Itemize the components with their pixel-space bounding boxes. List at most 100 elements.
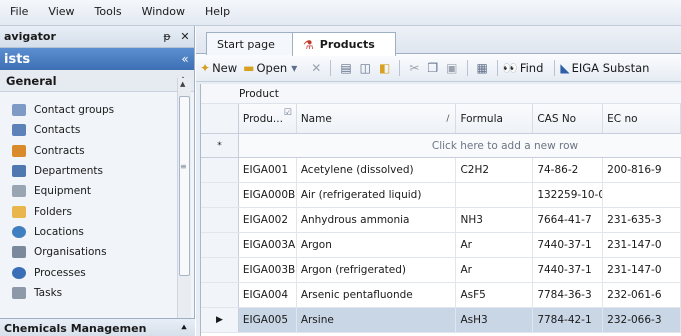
group-header-chemicals[interactable]: Chemicals Managemen ⯅: [0, 318, 195, 336]
cell-name[interactable]: Arsine: [297, 308, 457, 332]
cell-product-code[interactable]: EIGA000B: [239, 183, 297, 207]
cell-name[interactable]: Anhydrous ammonia: [297, 208, 457, 232]
cell-formula[interactable]: AsF5: [456, 283, 534, 307]
cell-formula[interactable]: Ar: [456, 258, 534, 282]
menu-view[interactable]: View: [38, 5, 84, 19]
filter-icon[interactable]: ☑: [284, 108, 292, 118]
cell-name[interactable]: Acetylene (dissolved): [297, 158, 457, 182]
table-row-selected[interactable]: ▶ EIGA005 Arsine AsH3 7784-42-1 232-066-…: [201, 308, 681, 333]
nav-item-folders[interactable]: Folders: [0, 201, 176, 221]
cell-product-code[interactable]: EIGA004: [239, 283, 297, 307]
row-indicator[interactable]: [201, 233, 239, 257]
cell-name[interactable]: Air (refrigerated liquid): [297, 183, 457, 207]
cell-cas-no[interactable]: 7784-42-1: [533, 308, 604, 332]
grid-column-headers: Produ... ☑ Name / Formula CAS No EC no: [201, 104, 681, 134]
cell-product-code[interactable]: EIGA003A: [239, 233, 297, 257]
new-row-text[interactable]: Click here to add a new row: [239, 134, 681, 157]
collapse-icon[interactable]: «: [176, 52, 194, 66]
table-row[interactable]: EIGA003A Argon Ar 7440-37-1 231-147-0: [201, 233, 681, 258]
menu-help[interactable]: Help: [195, 5, 240, 19]
lists-section-header[interactable]: ists «: [0, 48, 194, 70]
chevron-up-icon[interactable]: ⯅: [173, 323, 195, 334]
cell-name[interactable]: Arsenic pentafluonde: [297, 283, 457, 307]
column-header-product-code[interactable]: Produ... ☑: [239, 104, 297, 133]
scroll-up-icon[interactable]: ▲: [180, 80, 185, 88]
nav-item-tasks[interactable]: Tasks: [0, 283, 176, 303]
copy-icon[interactable]: ❐: [427, 61, 438, 75]
scrollbar-thumb[interactable]: [179, 96, 190, 276]
column-header-cas-no[interactable]: CAS No: [533, 104, 604, 133]
cell-cas-no[interactable]: 7440-37-1: [533, 233, 604, 257]
table-row[interactable]: EIGA003B Argon (refrigerated) Ar 7440-37…: [201, 258, 681, 283]
nav-item-locations[interactable]: Locations: [0, 222, 176, 242]
cell-product-code[interactable]: EIGA003B: [239, 258, 297, 282]
cell-name[interactable]: Argon (refrigerated): [297, 258, 457, 282]
paste-icon[interactable]: ▣: [446, 61, 457, 75]
group-header-general[interactable]: General ⯅: [0, 70, 194, 92]
cell-ec-no[interactable]: 231-147-0: [603, 258, 681, 282]
navigator-scrollbar[interactable]: ▲ ≡: [177, 78, 191, 328]
cell-product-code[interactable]: EIGA005: [239, 308, 297, 332]
tab-start-page[interactable]: Start page: [206, 32, 298, 55]
table-row[interactable]: EIGA004 Arsenic pentafluonde AsF5 7784-3…: [201, 283, 681, 308]
cut-icon[interactable]: ✂: [409, 61, 419, 75]
cell-cas-no[interactable]: 132259-10-0: [533, 183, 604, 207]
cell-ec-no[interactable]: 232-061-6: [603, 283, 681, 307]
cell-ec-no[interactable]: 232-066-3: [603, 308, 681, 332]
cell-formula[interactable]: Ar: [456, 233, 534, 257]
table-row[interactable]: EIGA000B Air (refrigerated liquid) 13225…: [201, 183, 681, 208]
nav-item-contracts[interactable]: Contracts: [0, 141, 176, 161]
nav-item-organisations[interactable]: Organisations: [0, 242, 176, 262]
nav-item-contact-groups[interactable]: Contact groups: [0, 100, 176, 120]
tab-products[interactable]: ⚗ Products: [292, 32, 396, 56]
new-row[interactable]: * Click here to add a new row: [201, 134, 681, 158]
cell-ec-no[interactable]: 231-635-3: [603, 208, 681, 232]
nav-item-contacts[interactable]: Contacts: [0, 120, 176, 140]
cell-cas-no[interactable]: 7440-37-1: [533, 258, 604, 282]
column-header-name[interactable]: Name /: [297, 104, 457, 133]
cell-cas-no[interactable]: 74-86-2: [533, 158, 604, 182]
column-header-ec-no[interactable]: EC no: [603, 104, 681, 133]
nav-item-equipment[interactable]: Equipment: [0, 181, 176, 201]
cell-product-code[interactable]: EIGA001: [239, 158, 297, 182]
row-indicator[interactable]: [201, 208, 239, 232]
column-header-formula[interactable]: Formula: [456, 104, 534, 133]
sort-icon: /: [446, 113, 450, 124]
row-indicator[interactable]: [201, 283, 239, 307]
close-icon[interactable]: ✕: [176, 30, 194, 43]
properties-icon[interactable]: ▦: [477, 61, 488, 75]
cell-cas-no[interactable]: 7664-41-7: [533, 208, 604, 232]
menu-tools[interactable]: Tools: [85, 5, 132, 19]
cell-cas-no[interactable]: 7784-36-3: [533, 283, 604, 307]
nav-item-processes[interactable]: Processes: [0, 262, 176, 282]
toolbar: ✦ New ▬ Open ▾ ✕ ▤ ◫ ◧ ✂ ❐ ▣ ▦ 👀 Find ◣ …: [196, 54, 681, 82]
pin-icon[interactable]: ᵽ: [158, 30, 176, 43]
cell-formula[interactable]: C2H2: [456, 158, 534, 182]
table-row[interactable]: EIGA001 Acetylene (dissolved) C2H2 74-86…: [201, 158, 681, 183]
export-icon[interactable]: ◧: [379, 61, 390, 75]
print-preview-icon[interactable]: ◫: [360, 61, 371, 75]
current-row-arrow-icon[interactable]: ▶: [201, 308, 239, 332]
new-button[interactable]: ✦ New: [200, 61, 237, 75]
cell-product-code[interactable]: EIGA002: [239, 208, 297, 232]
row-indicator[interactable]: [201, 258, 239, 282]
open-button[interactable]: ▬ Open ▾: [243, 61, 301, 75]
cell-ec-no[interactable]: 231-147-0: [603, 233, 681, 257]
print-icon[interactable]: ▤: [340, 61, 351, 75]
eiga-substances-button[interactable]: ◣ EIGA Substan: [560, 61, 649, 75]
cell-name[interactable]: Argon: [297, 233, 457, 257]
delete-icon[interactable]: ✕: [311, 61, 321, 75]
row-indicator[interactable]: [201, 183, 239, 207]
menu-file[interactable]: File: [0, 5, 38, 19]
menu-window[interactable]: Window: [132, 5, 195, 19]
nav-item-departments[interactable]: Departments: [0, 161, 176, 181]
cell-formula[interactable]: [456, 183, 534, 207]
cell-ec-no[interactable]: [603, 183, 681, 207]
cell-formula[interactable]: NH3: [456, 208, 534, 232]
table-row[interactable]: EIGA002 Anhydrous ammonia NH3 7664-41-7 …: [201, 208, 681, 233]
find-button[interactable]: 👀 Find: [503, 61, 544, 75]
row-indicator[interactable]: [201, 158, 239, 182]
dropdown-arrow-icon[interactable]: ▾: [291, 61, 297, 75]
cell-ec-no[interactable]: 200-816-9: [603, 158, 681, 182]
cell-formula[interactable]: AsH3: [456, 308, 534, 332]
